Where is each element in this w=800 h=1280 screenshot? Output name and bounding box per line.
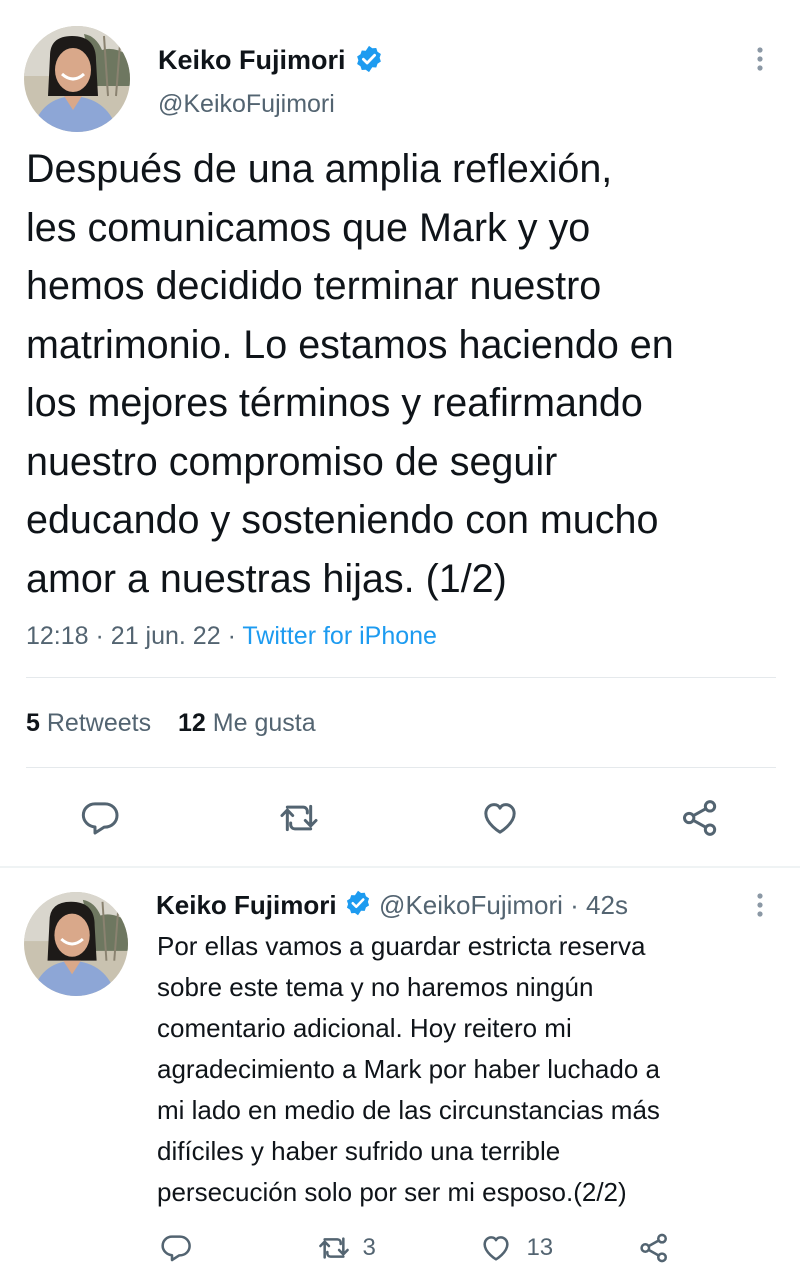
engagement-stats: 5 Retweets 12 Me gusta <box>26 705 316 741</box>
avatar[interactable] <box>24 26 130 132</box>
avatar[interactable] <box>24 892 128 996</box>
retweet-icon[interactable] <box>278 798 320 838</box>
reply-icon[interactable] <box>160 1232 192 1264</box>
tweet-text-line: mi lado en medio de las circunstancias m… <box>157 1095 660 1125</box>
reply-header: Keiko Fujimori @KeikoFujimori · 42s <box>156 888 628 922</box>
tweet-age[interactable]: · 42s <box>570 890 628 920</box>
more-options-icon[interactable] <box>748 44 772 74</box>
tweet-text-line: sobre este tema y no haremos ningún <box>157 972 594 1002</box>
retweets-label: Retweets <box>46 709 152 737</box>
tweet-text: Después de una amplia reflexión, les com… <box>26 140 674 608</box>
tweet-text-line: amor a nuestras hijas. (1/2) <box>26 556 507 601</box>
tweet-text-line: les comunicamos que Mark y yo <box>26 205 591 250</box>
tweet-text-line: matrimonio. Lo estamos haciendo en <box>26 322 674 367</box>
tweet-text-line: nuestro compromiso de seguir <box>26 439 558 484</box>
tweet-text-line: Después de una amplia reflexión, <box>26 147 613 191</box>
author-name[interactable]: Keiko Fujimori <box>158 45 346 75</box>
retweets-count: 5 <box>26 709 40 737</box>
divider <box>26 767 776 768</box>
retweet-count: 3 <box>362 1234 376 1261</box>
verified-badge-icon <box>354 44 384 86</box>
tweet-text-line: Por ellas vamos a guardar estricta reser… <box>157 931 646 961</box>
share-icon[interactable] <box>680 798 720 838</box>
reply-icon[interactable] <box>80 798 120 838</box>
reply-text: Por ellas vamos a guardar estricta reser… <box>157 926 660 1213</box>
tweet-source-link[interactable]: Twitter for iPhone <box>242 622 437 650</box>
tweet-date[interactable]: 21 jun. 22 <box>111 622 221 650</box>
author-name[interactable]: Keiko Fujimori <box>156 890 337 920</box>
tweet-text-line: hemos decidido terminar nuestro <box>26 264 602 308</box>
tweet-meta: 12:18 · 21 jun. 22 · Twitter for iPhone <box>26 618 437 654</box>
author-handle[interactable]: @KeikoFujimori <box>158 86 335 122</box>
separator: · <box>95 622 104 650</box>
likes-label: Me gusta <box>212 709 316 737</box>
tweet-text-line: agradecimiento a Mark por haber luchado … <box>157 1054 660 1084</box>
likes-stat[interactable]: 12 Me gusta <box>178 709 316 737</box>
tweet-separator <box>0 866 800 868</box>
retweet-icon <box>316 1232 352 1264</box>
retweet-action[interactable]: 3 <box>316 1232 376 1264</box>
separator: · <box>227 622 236 650</box>
like-icon <box>480 1232 512 1264</box>
tweet-text-line: educando y sosteniendo con mucho <box>26 498 659 542</box>
divider <box>26 677 776 678</box>
author-handle[interactable]: @KeikoFujimori <box>379 890 563 920</box>
like-count: 13 <box>526 1234 554 1261</box>
tweet-text-line: difíciles y haber sufrido una terrible <box>157 1136 561 1166</box>
like-action[interactable]: 13 <box>480 1232 553 1264</box>
like-icon[interactable] <box>480 798 520 838</box>
retweets-stat[interactable]: 5 Retweets <box>26 709 158 737</box>
likes-count: 12 <box>178 709 206 737</box>
more-options-icon[interactable] <box>748 890 772 920</box>
share-icon[interactable] <box>638 1232 670 1264</box>
tweet-time[interactable]: 12:18 <box>26 622 89 650</box>
verified-badge-icon <box>344 889 372 925</box>
tweet-text-line: los mejores términos y reafirmando <box>26 381 643 425</box>
tweet-text-line: comentario adicional. Hoy reitero mi <box>157 1013 572 1043</box>
tweet-text-line: persecución solo por ser mi esposo.(2/2) <box>157 1177 627 1207</box>
